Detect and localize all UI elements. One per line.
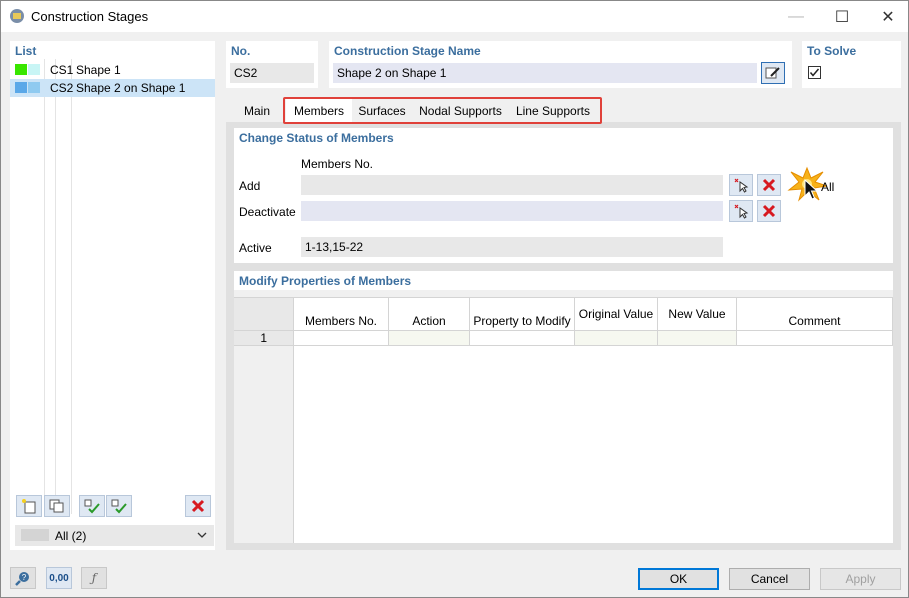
- column-header-original-value[interactable]: Original Value: [575, 298, 658, 331]
- table-cell[interactable]: [737, 331, 893, 346]
- all-label[interactable]: All: [821, 180, 834, 194]
- check-all-button[interactable]: [79, 495, 105, 517]
- list-item-selected[interactable]: CS2 Shape 2 on Shape 1: [10, 79, 215, 97]
- add-members-field[interactable]: [301, 175, 723, 195]
- column-header-members-no[interactable]: Members No.: [294, 298, 389, 331]
- uncheck-all-button[interactable]: [106, 495, 132, 517]
- list-item-id: CS2: [50, 81, 74, 95]
- active-members-field: 1-13,15-22: [301, 237, 723, 257]
- table-corner: [234, 298, 294, 331]
- modify-properties-panel: Modify Properties of Members Members No.…: [234, 271, 893, 543]
- new-icon: [22, 499, 36, 514]
- app-icon: [10, 9, 24, 23]
- new-stage-button[interactable]: [16, 495, 42, 517]
- color-swatch: [28, 64, 40, 75]
- column-header-property[interactable]: Property to Modify: [470, 298, 575, 331]
- delete-icon: [762, 204, 776, 218]
- close-button[interactable]: ✕: [865, 1, 909, 32]
- table-cell: [575, 331, 658, 346]
- filter-swatch: [21, 529, 49, 541]
- deactivate-select-button[interactable]: [729, 200, 753, 222]
- add-select-button[interactable]: [729, 174, 753, 196]
- uncheck-all-icon: [111, 499, 127, 514]
- check-all-icon: [84, 499, 100, 514]
- column-header-comment[interactable]: Comment: [737, 298, 893, 331]
- edit-name-button[interactable]: [761, 62, 785, 84]
- formula-button[interactable]: ƒ: [81, 567, 107, 589]
- list-item-label: Shape 1: [76, 63, 121, 77]
- table-cell[interactable]: [470, 331, 575, 346]
- list-item[interactable]: CS1 Shape 1: [10, 61, 215, 79]
- list-panel: List CS1 Shape 1 CS2 Shape 2 on Shape 1: [10, 41, 215, 550]
- number-field[interactable]: CS2: [230, 63, 314, 83]
- mouse-cursor-icon: [804, 179, 819, 200]
- svg-text:?: ?: [22, 573, 27, 582]
- delete-icon: [762, 178, 776, 192]
- list-header: List: [15, 44, 37, 58]
- tabs-highlight-frame: [283, 97, 602, 124]
- delete-icon: [191, 499, 205, 513]
- construction-stages-dialog: Construction Stages — ☐ ✕ List CS1 Shape…: [0, 0, 909, 598]
- filter-label: All (2): [55, 529, 87, 543]
- stage-name-panel: Construction Stage Name Shape 2 on Shape…: [329, 41, 792, 88]
- color-swatch: [15, 82, 27, 93]
- column-header-action[interactable]: Action: [389, 298, 470, 331]
- apply-button[interactable]: Apply: [820, 568, 901, 590]
- maximize-button[interactable]: ☐: [819, 1, 865, 32]
- delete-stage-button[interactable]: [185, 495, 211, 517]
- checkmark-icon: [809, 68, 820, 77]
- color-swatch: [28, 82, 40, 93]
- ok-button[interactable]: OK: [638, 568, 719, 590]
- title-bar: Construction Stages — ☐ ✕: [1, 1, 908, 32]
- table-cell[interactable]: [294, 331, 389, 346]
- table-cell[interactable]: [389, 331, 470, 346]
- cancel-button[interactable]: Cancel: [729, 568, 810, 590]
- deactivate-clear-button[interactable]: [757, 200, 781, 222]
- to-solve-checkbox[interactable]: [808, 66, 821, 79]
- minimize-button[interactable]: —: [773, 1, 819, 32]
- tab-main[interactable]: Main: [234, 99, 280, 123]
- to-solve-label: To Solve: [807, 44, 857, 58]
- window-title: Construction Stages: [31, 9, 149, 24]
- select-pointer-icon: [734, 204, 749, 219]
- search-help-icon: ?: [15, 572, 29, 586]
- deactivate-label: Deactivate: [239, 205, 296, 219]
- active-label: Active: [239, 241, 272, 255]
- chevron-down-icon: [197, 532, 207, 538]
- deactivate-members-field[interactable]: [301, 201, 723, 221]
- stage-name-field[interactable]: Shape 2 on Shape 1: [333, 63, 757, 83]
- select-pointer-icon: [734, 178, 749, 193]
- row-number: 1: [234, 331, 294, 346]
- add-label: Add: [239, 179, 261, 193]
- list-filter-dropdown[interactable]: All (2): [15, 525, 214, 546]
- change-status-panel: Change Status of Members Members No. Add…: [234, 128, 893, 263]
- edit-pencil-icon: [765, 67, 780, 79]
- add-clear-button[interactable]: [757, 174, 781, 196]
- modify-properties-table: Members No. Action Property to Modify Or…: [234, 290, 893, 543]
- column-header-new-value[interactable]: New Value: [658, 298, 737, 331]
- to-solve-panel: To Solve: [802, 41, 901, 88]
- change-status-header: Change Status of Members: [239, 131, 394, 145]
- units-button[interactable]: 0,00: [46, 567, 72, 589]
- number-label: No.: [231, 44, 251, 58]
- members-no-column-header: Members No.: [301, 157, 374, 171]
- number-panel: No. CS2: [226, 41, 318, 88]
- list-item-label: Shape 2 on Shape 1: [76, 81, 186, 95]
- copy-icon: [49, 499, 64, 513]
- copy-stage-button[interactable]: [44, 495, 70, 517]
- table-cell[interactable]: [658, 331, 737, 346]
- formula-icon: ƒ: [91, 571, 97, 585]
- modify-properties-header: Modify Properties of Members: [239, 274, 412, 288]
- help-button[interactable]: ?: [10, 567, 36, 589]
- list-item-id: CS1: [50, 63, 74, 77]
- stage-name-label: Construction Stage Name: [334, 44, 481, 58]
- color-swatch: [15, 64, 27, 75]
